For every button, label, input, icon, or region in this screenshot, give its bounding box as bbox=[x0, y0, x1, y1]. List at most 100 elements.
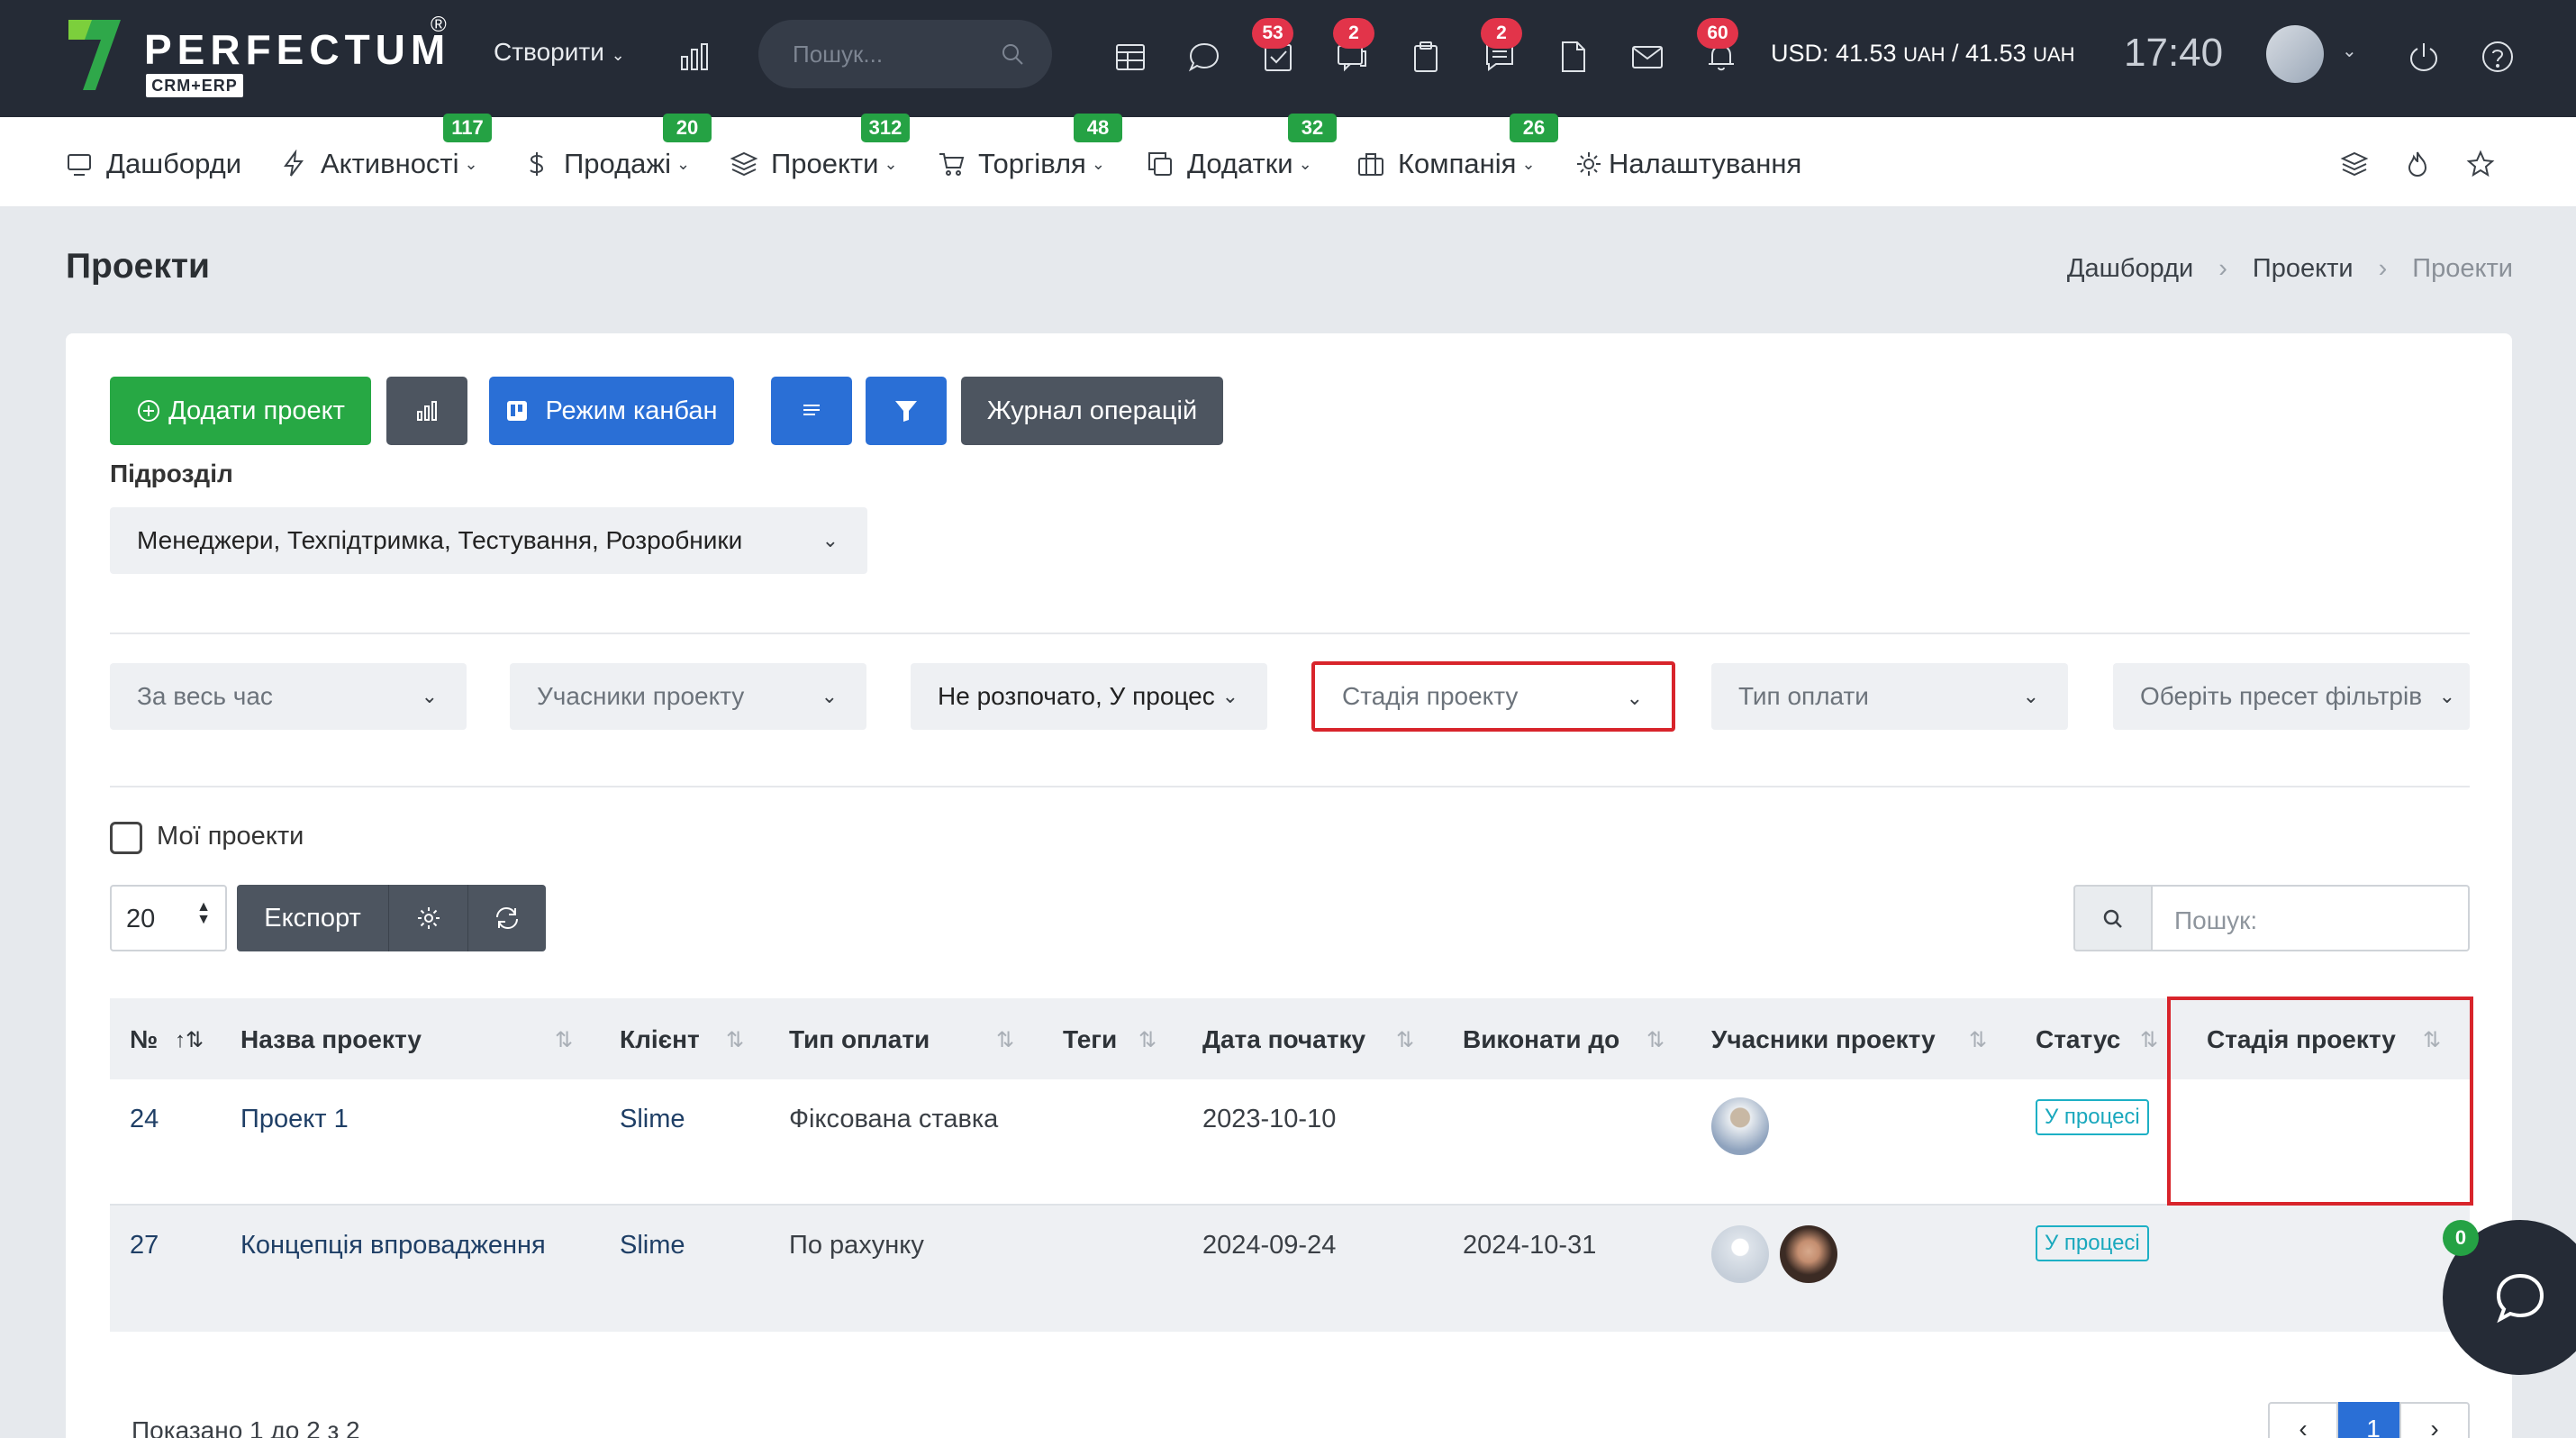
sort-icon[interactable]: ⇅ bbox=[1646, 1027, 1664, 1053]
row-due-date: 2024-10-31 bbox=[1463, 1231, 1597, 1260]
filter-preset-select[interactable]: Оберіть пресет фільтрів ⌄ bbox=[2113, 663, 2470, 730]
layers-shortcut[interactable] bbox=[2340, 144, 2381, 184]
col-members[interactable]: Учасники проекту bbox=[1711, 1025, 1936, 1054]
stage-filter[interactable]: Стадія проекту ⌄ bbox=[1311, 661, 1675, 732]
sort-icon[interactable]: ⇅ bbox=[1138, 1027, 1156, 1053]
column-settings-button[interactable] bbox=[388, 885, 467, 951]
col-client[interactable]: Клієнт bbox=[620, 1025, 700, 1054]
file-icon[interactable] bbox=[1553, 36, 1594, 77]
nav-dashboards[interactable]: Дашборди bbox=[65, 144, 241, 184]
col-start-date[interactable]: Дата початку bbox=[1202, 1025, 1365, 1054]
chevron-down-icon: ⌄ bbox=[1091, 154, 1105, 173]
row-project-name[interactable]: Проект 1 bbox=[240, 1105, 349, 1134]
nav-company[interactable]: Компанія ⌄ 26 bbox=[1356, 114, 1558, 184]
breadcrumb-dashboards[interactable]: Дашборди bbox=[2067, 254, 2193, 284]
filter-preset-value: Оберіть пресет фільтрів bbox=[2140, 682, 2423, 710]
help-icon[interactable] bbox=[2477, 36, 2518, 77]
filter-icon bbox=[895, 401, 917, 422]
nav-sales-badge: 20 bbox=[663, 114, 712, 142]
col-payment-type[interactable]: Тип оплати bbox=[789, 1025, 930, 1054]
status-filter-value: Не розпочато, У процес bbox=[938, 682, 1215, 710]
logo-registered: ® bbox=[431, 13, 447, 37]
rate-unit-2: UAH bbox=[2033, 43, 2075, 66]
member-avatar[interactable] bbox=[1780, 1225, 1837, 1283]
sort-icon[interactable]: ⇅ bbox=[1969, 1027, 1987, 1053]
nav-trade[interactable]: Торгівля ⌄ 48 bbox=[937, 114, 1122, 184]
favorites-shortcut[interactable] bbox=[2466, 144, 2508, 184]
col-tags[interactable]: Теги bbox=[1063, 1025, 1117, 1054]
chevron-down-icon: ⌄ bbox=[821, 685, 838, 707]
row-id[interactable]: 27 bbox=[130, 1231, 159, 1261]
page-size-select[interactable]: 20 ▲ ▼ bbox=[110, 885, 227, 951]
pagination-prev-button[interactable]: ‹ bbox=[2268, 1402, 2338, 1438]
payment-type-filter[interactable]: Тип оплати ⌄ bbox=[1711, 663, 2068, 730]
page-size-value: 20 bbox=[126, 905, 156, 933]
table-search-input[interactable]: Пошук: bbox=[2151, 885, 2470, 951]
status-filter[interactable]: Не розпочато, У процес ⌄ bbox=[911, 663, 1267, 730]
col-status[interactable]: Статус bbox=[2036, 1025, 2120, 1054]
nav-projects[interactable]: Проекти ⌄ 312 bbox=[730, 114, 910, 184]
chat-badge: 2 bbox=[1333, 18, 1374, 49]
stats-button[interactable] bbox=[386, 377, 467, 445]
subdivision-select[interactable]: Менеджери, Техпідтримка, Тестування, Роз… bbox=[110, 507, 867, 574]
kanban-mode-button[interactable]: Режим канбан bbox=[489, 377, 734, 445]
nav-addons[interactable]: Додатки ⌄ 32 bbox=[1146, 114, 1337, 184]
fire-shortcut[interactable] bbox=[2403, 144, 2444, 184]
refresh-button[interactable] bbox=[467, 885, 546, 951]
member-avatar[interactable] bbox=[1711, 1225, 1769, 1283]
stage-column-highlight bbox=[2167, 997, 2473, 1206]
top-search-input[interactable]: Пошук... bbox=[758, 20, 1052, 88]
sort-asc-icon[interactable]: ↑⇅ bbox=[175, 1027, 204, 1053]
nav-settings[interactable]: Налаштування bbox=[1574, 144, 1801, 184]
rate-prefix: USD: 41.53 bbox=[1771, 40, 1904, 67]
row-project-name[interactable]: Концепція впровадження bbox=[240, 1231, 546, 1261]
period-filter[interactable]: За весь час ⌄ bbox=[110, 663, 467, 730]
logo-icon[interactable] bbox=[65, 16, 124, 94]
kanban-icon bbox=[507, 401, 528, 421]
col-project-name[interactable]: Назва проекту bbox=[240, 1025, 422, 1054]
mail-icon[interactable] bbox=[1627, 36, 1668, 77]
nav-sales[interactable]: Продажі ⌄ 20 bbox=[522, 114, 712, 184]
sort-icon[interactable]: ⇅ bbox=[1396, 1027, 1414, 1053]
calendar-icon[interactable] bbox=[1110, 36, 1151, 77]
member-avatar[interactable] bbox=[1711, 1097, 1769, 1155]
sort-icon[interactable]: ⇅ bbox=[996, 1027, 1014, 1053]
members-filter[interactable]: Учасники проекту ⌄ bbox=[510, 663, 866, 730]
stats-icon[interactable] bbox=[674, 36, 715, 77]
col-number[interactable]: № bbox=[130, 1025, 158, 1054]
rate-mid: / 41.53 bbox=[1945, 40, 2034, 67]
my-projects-checkbox[interactable] bbox=[110, 822, 142, 854]
breadcrumb-projects[interactable]: Проекти bbox=[2253, 254, 2354, 284]
user-menu-chevron-icon[interactable]: ⌄ bbox=[2342, 40, 2357, 62]
pagination-page-1[interactable]: 1 bbox=[2338, 1402, 2408, 1438]
row-client[interactable]: Slime bbox=[620, 1105, 685, 1134]
table-row[interactable]: 27 Концепція впровадження Slime По рахун… bbox=[110, 1206, 2470, 1332]
sort-icon[interactable]: ⇅ bbox=[2140, 1027, 2158, 1053]
row-client[interactable]: Slime bbox=[620, 1231, 685, 1261]
copy-icon bbox=[1148, 152, 1172, 176]
operations-journal-button[interactable]: Журнал операцій bbox=[961, 377, 1223, 445]
operations-journal-label: Журнал операцій bbox=[986, 396, 1198, 425]
list-view-button[interactable] bbox=[771, 377, 852, 445]
table-search-placeholder: Пошук: bbox=[2174, 906, 2258, 934]
sort-icon[interactable]: ⇅ bbox=[555, 1027, 573, 1053]
col-due-date[interactable]: Виконати до bbox=[1463, 1025, 1619, 1054]
filter-button[interactable] bbox=[866, 377, 947, 445]
table-row[interactable]: 24 Проект 1 Slime Фіксована ставка 2023-… bbox=[110, 1079, 2470, 1206]
nav-company-label: Компанія bbox=[1398, 148, 1517, 179]
add-project-button[interactable]: Додати проект bbox=[110, 377, 371, 445]
power-icon[interactable] bbox=[2403, 36, 2444, 77]
create-menu[interactable]: Створити ⌄ bbox=[494, 38, 625, 67]
user-avatar[interactable] bbox=[2266, 25, 2324, 83]
refresh-icon bbox=[496, 906, 518, 930]
nav-trade-badge: 48 bbox=[1074, 114, 1122, 142]
clipboard-icon[interactable] bbox=[1405, 36, 1447, 77]
pagination-next-button[interactable]: › bbox=[2399, 1402, 2470, 1438]
breadcrumb-separator-icon: › bbox=[2218, 254, 2227, 283]
chat-bubble-icon[interactable] bbox=[1184, 36, 1225, 77]
export-button[interactable]: Експорт bbox=[237, 885, 388, 951]
nav-activities[interactable]: Активності ⌄ 117 bbox=[279, 114, 492, 184]
subdivision-value: Менеджери, Техпідтримка, Тестування, Роз… bbox=[137, 526, 743, 554]
row-id[interactable]: 24 bbox=[130, 1105, 159, 1134]
sort-icon[interactable]: ⇅ bbox=[726, 1027, 744, 1053]
